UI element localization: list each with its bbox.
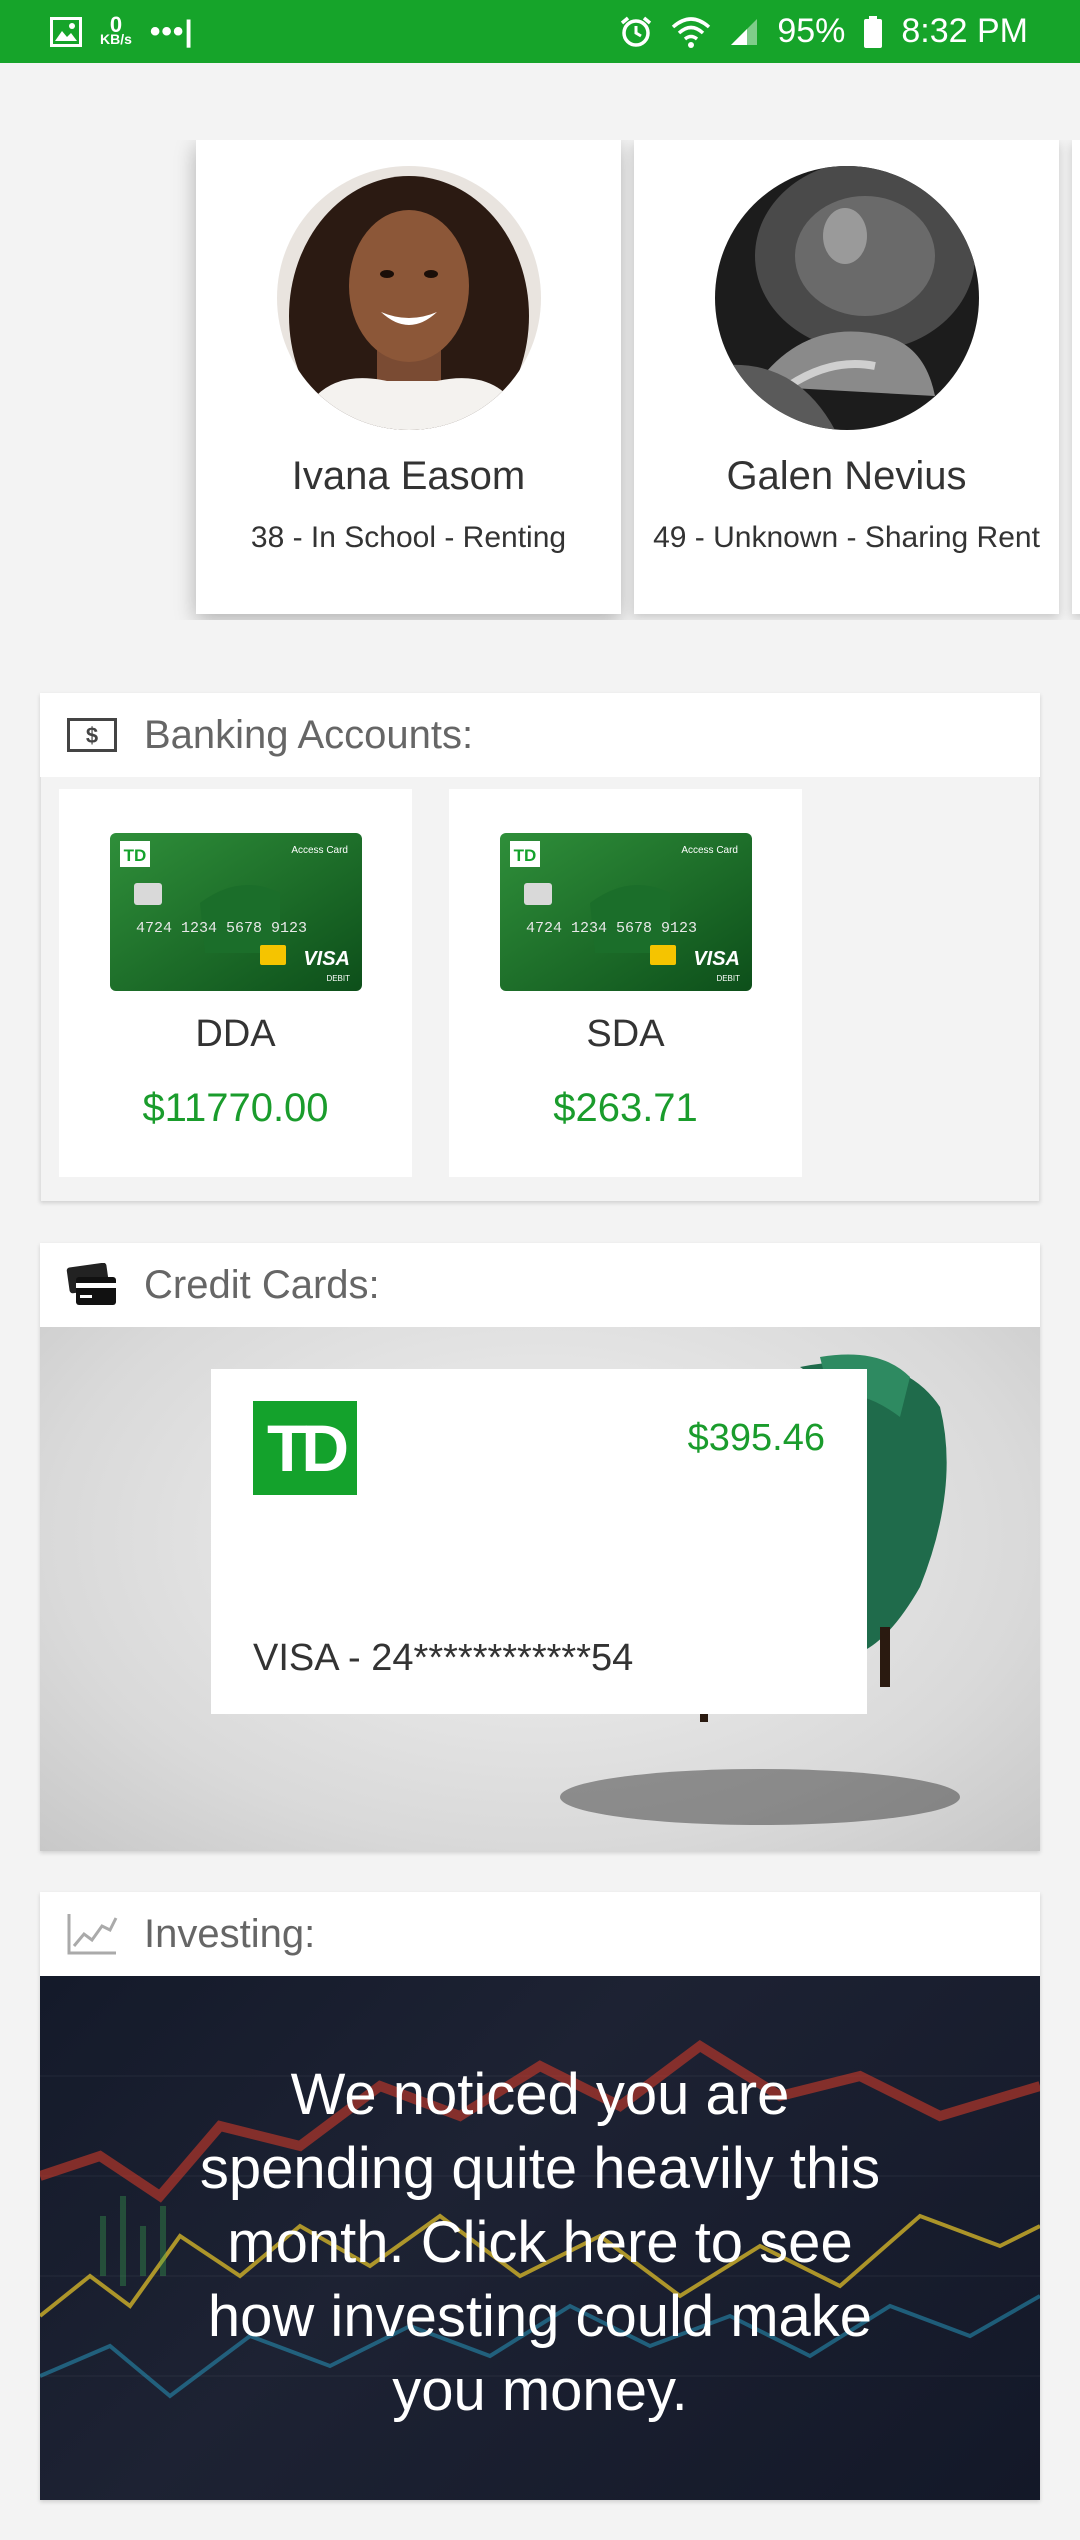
chart-trend-icon	[66, 1912, 118, 1956]
account-balance: $263.71	[553, 1086, 698, 1130]
profile-card-partial[interactable]	[1072, 140, 1080, 614]
profile-photo	[714, 166, 979, 430]
account-name: DDA	[195, 1013, 276, 1055]
credit-card-number: VISA - 24************54	[253, 1637, 634, 1679]
section-header: $ Banking Accounts:	[40, 693, 1040, 777]
credit-card-tile[interactable]: TD $395.46 VISA - 24************54	[211, 1369, 867, 1714]
profile-info: 49 - Unknown - Sharing Rent	[653, 521, 1040, 554]
card-access-label: Access Card	[681, 845, 738, 856]
status-bar: 0 KB/s •••| 95% 8:32 PM	[0, 0, 1080, 63]
profile-photo	[276, 166, 541, 430]
card-debit-label: DEBIT	[716, 974, 740, 983]
status-left: 0 KB/s •••|	[50, 11, 194, 49]
credit-cards-section: Credit Cards: TD $395.46 VISA - 24******…	[40, 1243, 1040, 1851]
card-logo-text: TD	[513, 846, 536, 865]
section-title: Investing:	[144, 1911, 316, 1956]
battery-percent: 95%	[777, 12, 846, 50]
card-logo-text: TD	[123, 846, 146, 865]
account-name: SDA	[586, 1013, 665, 1055]
profile-info: 38 - In School - Renting	[250, 521, 567, 554]
profile-card[interactable]: Ivana Easom 38 - In School - Renting	[196, 140, 621, 614]
card-visa-logo: VISA	[693, 948, 740, 970]
card-visa-logo: VISA	[303, 948, 350, 970]
svg-text:$: $	[86, 723, 98, 748]
account-balance: $11770.00	[142, 1086, 329, 1130]
debit-card-image: TD Access Card 4724 1234 5678 9123 VISA …	[499, 833, 752, 991]
profile-carousel[interactable]: Ivana Easom 38 - In School - Renting Gal…	[0, 140, 1080, 620]
card-number-embossed: 4724 1234 5678 9123	[526, 920, 697, 937]
section-title: Credit Cards:	[144, 1262, 380, 1307]
section-header: Investing:	[40, 1892, 1040, 1976]
avatar	[276, 166, 541, 430]
investing-promo-message[interactable]: We noticed you are spending quite heavil…	[170, 2058, 910, 2428]
credit-cards-icon	[66, 1263, 118, 1307]
debit-card-image: TD Access Card 4724 1234 5678 9123 VISA …	[109, 833, 362, 991]
investing-banner[interactable]: We noticed you are spending quite heavil…	[40, 1976, 1040, 2500]
credit-card-balance: $395.46	[687, 1417, 825, 1459]
profile-card[interactable]: Galen Nevius 49 - Unknown - Sharing Rent	[634, 140, 1059, 614]
accounts-list: TD Access Card 4724 1234 5678 9123 VISA …	[40, 777, 1040, 1201]
profile-name: Galen Nevius	[726, 454, 967, 498]
network-speed-unit: KB/s	[100, 30, 132, 47]
banking-accounts-section: $ Banking Accounts: TD Access Card 4724 …	[40, 693, 1040, 1201]
td-logo: TD	[253, 1401, 357, 1495]
gallery-icon	[50, 16, 82, 47]
status-right: 95% 8:32 PM	[619, 12, 1028, 51]
wifi-icon	[672, 16, 711, 48]
avatar	[714, 166, 979, 430]
dollar-bill-icon: $	[66, 713, 118, 757]
card-access-label: Access Card	[291, 845, 348, 856]
signal-icon	[731, 18, 758, 45]
profile-name: Ivana Easom	[291, 454, 526, 498]
investing-section: Investing: We noticed you are spending q…	[40, 1892, 1040, 2500]
clock: 8:32 PM	[901, 12, 1028, 50]
section-title: Banking Accounts:	[144, 712, 474, 757]
section-header: Credit Cards:	[40, 1243, 1040, 1327]
battery-icon	[864, 15, 883, 48]
card-number-embossed: 4724 1234 5678 9123	[136, 920, 307, 937]
credit-card-banner[interactable]: TD $395.46 VISA - 24************54	[40, 1327, 1040, 1851]
network-speed: 0 KB/s	[100, 11, 132, 47]
account-card-sda[interactable]: TD Access Card 4724 1234 5678 9123 VISA …	[449, 789, 802, 1177]
more-notifications-icon: •••|	[149, 14, 194, 48]
account-card-dda[interactable]: TD Access Card 4724 1234 5678 9123 VISA …	[59, 789, 412, 1177]
network-speed-value: 0	[109, 11, 123, 37]
card-debit-label: DEBIT	[326, 974, 350, 983]
alarm-icon	[621, 16, 652, 47]
